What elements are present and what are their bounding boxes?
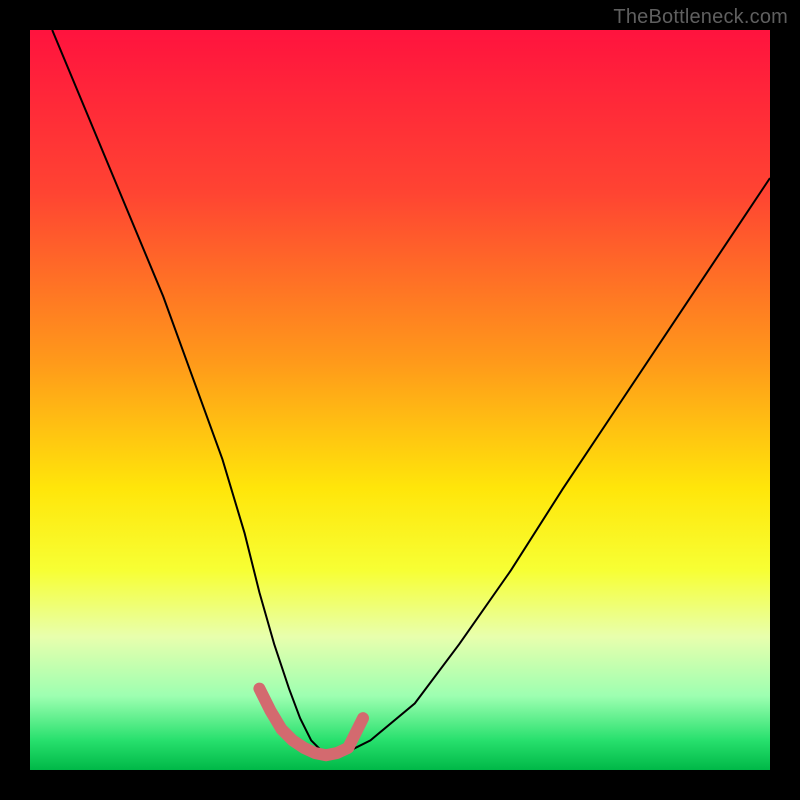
chart-frame: TheBottleneck.com [0,0,800,800]
chart-svg [30,30,770,770]
marker-dot-icon [358,713,368,723]
watermark-text: TheBottleneck.com [613,6,788,29]
gradient-background [30,30,770,770]
plot-area [30,30,770,770]
